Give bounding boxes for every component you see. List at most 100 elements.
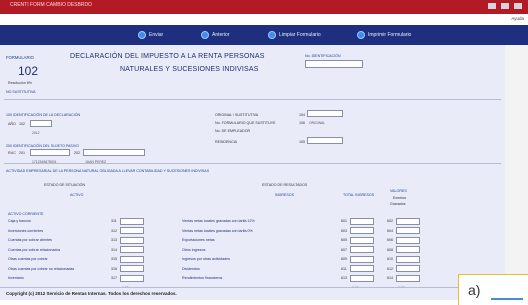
maximize-button[interactable] [501, 3, 509, 9]
identification-label: No. IDENTIFICACIÓN [305, 54, 341, 58]
row-value-input[interactable]: 0.00 [350, 227, 374, 242]
row-code: 313 [111, 238, 117, 242]
row-value-input[interactable]: 0.00 [120, 236, 144, 252]
footer-bar: Copyright (c) 2012 Servicio de Rentas In… [0, 287, 505, 300]
row-code: 602 [387, 219, 393, 223]
row-value-input[interactable]: 0.00 [120, 217, 144, 233]
print-form-button[interactable]: Imprimir Formulario [357, 30, 411, 40]
row-value-input[interactable]: 0.00 [120, 246, 144, 261]
col-activo: ACTIVO [70, 193, 84, 197]
form-title-line2: NATURALES Y SUCESIONES INDIVISAS [120, 66, 259, 73]
nombre-code: 202 [74, 151, 80, 155]
form-title-line1: DECLARACIÓN DEL IMPUESTO A LA RENTA PERS… [70, 53, 265, 60]
ruc-code: 201 [19, 151, 25, 155]
back-button[interactable]: Anterior [201, 30, 230, 40]
row-value-input[interactable]: 0.00 [396, 274, 420, 290]
row-code: 604 [387, 228, 393, 233]
col-exentos: Exentos [393, 196, 406, 200]
formulario-code: 106 [299, 121, 305, 125]
action-nav-bar: Enviar Anterior Limpiar Formulario Impri… [0, 25, 528, 45]
empleador-label: No. DE EMPLEADOR [215, 129, 251, 133]
residencia-code: 105 [299, 140, 305, 144]
row-label: Ventas netas locales gravadas con tarifa… [182, 219, 255, 223]
row-label: Inversiones corrientes [8, 228, 44, 233]
window-controls [488, 3, 522, 9]
row-value-input[interactable]: 0.00 [120, 265, 144, 280]
ruc-input[interactable]: 1712345678001 [30, 149, 70, 164]
col-total-ingresos: TOTAL INGRESOS [343, 193, 375, 197]
row-label: Cuentas por cobrar clientes [8, 238, 52, 242]
form-version: Resolución 6% [8, 81, 32, 85]
form-number: 102 [18, 64, 39, 78]
row-value-input[interactable]: 0.00 [120, 227, 144, 242]
minimize-button[interactable] [488, 3, 496, 9]
row-code: 315 [111, 257, 117, 261]
row-code: 611 [341, 266, 347, 271]
declaracion-section-title: 100 IDENTIFICACIÓN DE LA DECLARACIÓN [6, 113, 81, 117]
row-value-input[interactable]: 0.00 [396, 246, 420, 261]
send-button[interactable]: Enviar [138, 30, 163, 40]
identification-input[interactable] [305, 60, 363, 68]
row-value-input[interactable]: 0.00 [120, 255, 144, 271]
row-value-input[interactable]: 0.00 [396, 236, 420, 252]
row-value-input[interactable]: 0.00 [350, 217, 374, 233]
clear-form-button[interactable]: Limpiar Formulario [268, 30, 321, 40]
help-menu[interactable]: Ayuda [511, 16, 524, 21]
row-label: Inventario [8, 276, 24, 280]
clear-button-label: Limpiar Formulario [279, 32, 321, 38]
close-button[interactable] [514, 3, 522, 9]
caption-overlay: a) [458, 274, 528, 305]
window-titlebar: CRENTI FORM CAMBIO DESBRDO [0, 0, 528, 14]
anio-label: AÑO [8, 122, 16, 126]
back-button-label: Anterior [212, 32, 230, 38]
row-value-input[interactable]: 0.00 [350, 274, 374, 290]
row-label: Ventas netas locales gravadas con tarifa… [182, 228, 253, 233]
print-button-label: Imprimir Formulario [368, 32, 412, 38]
sujeto-section-title: 200 IDENTIFICACIÓN DEL SUJETO PASIVO [6, 144, 80, 148]
row-value-input[interactable]: 0.00 [396, 255, 420, 271]
residencia-label: RESIDENCIA [215, 140, 237, 144]
caption-underline [491, 298, 523, 300]
divider [4, 163, 501, 164]
nombre-input[interactable]: JUAN PEREZ [83, 149, 145, 164]
caption-label: a) [468, 282, 481, 298]
formulario-label: No. FORMULARIO QUE SUSTITUYE [215, 121, 276, 125]
row-value-input[interactable]: 0.00 [120, 274, 144, 290]
row-code: 601 [341, 219, 347, 223]
row-value-input[interactable]: 0.00 [396, 217, 420, 233]
residencia-input[interactable] [307, 137, 343, 144]
row-value-input[interactable]: 0.00 [350, 246, 374, 261]
row-code: 311 [111, 219, 117, 223]
original-select[interactable]: ORIGINAL [307, 110, 343, 125]
send-button-label: Enviar [149, 32, 164, 38]
row-label: Otras cuentas por cobrar [8, 257, 48, 261]
actividad-heading: ACTIVIDAD EMPRESARIAL DE LA PERSONA NATU… [6, 169, 210, 173]
row-value-input[interactable]: 0.00 [350, 255, 374, 271]
col-ingresos: INGRESOS [275, 193, 294, 197]
row-code: 613 [341, 276, 347, 280]
original-code: 104 [299, 113, 305, 117]
row-code: 607 [341, 247, 347, 252]
row-value-input[interactable]: 0.00 [396, 265, 420, 280]
row-label: Rendimientos financieros [182, 276, 223, 280]
original-label: ORIGINAL / SUSTITUTIVA [215, 113, 259, 117]
copyright-text: Copyright (c) 2012 Servicio de Rentas In… [6, 291, 177, 296]
form-label: FORMULARIO [6, 55, 34, 60]
row-code: 606 [387, 238, 393, 242]
row-value-input[interactable]: 0.00 [350, 236, 374, 252]
row-code: 605 [341, 238, 347, 242]
row-code: 608 [387, 247, 393, 252]
anio-input[interactable]: 2012 [30, 120, 52, 135]
divider [4, 99, 501, 100]
row-label: Exportaciones netas [182, 238, 215, 242]
no-sustitutiva-label: NO SUSTITUTIVA [6, 90, 36, 94]
row-value-input[interactable]: 0.00 [396, 227, 420, 242]
row-label: Caja y bancos [8, 219, 31, 223]
original-value: ORIGINAL [309, 121, 326, 125]
row-code: 612 [387, 266, 393, 271]
row-code: 314 [111, 247, 117, 252]
row-value-input[interactable]: 0.00 [350, 265, 374, 280]
row-code: 312 [111, 228, 117, 233]
estado-situacion-label: ESTADO DE SITUACIÓN [44, 183, 86, 187]
row-code: 610 [387, 257, 393, 261]
